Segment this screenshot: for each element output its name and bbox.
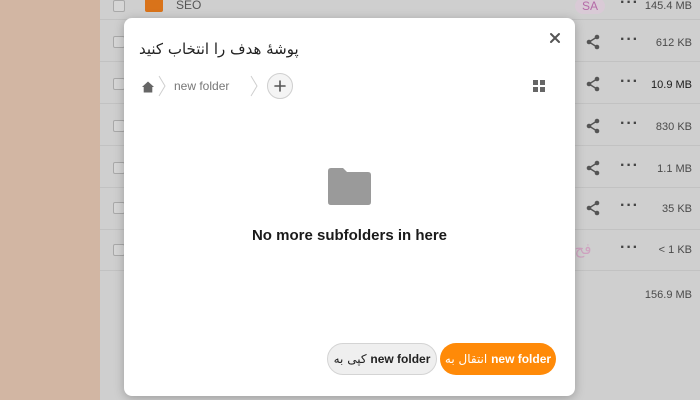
row-checkbox[interactable]: [113, 0, 125, 12]
breadcrumb-separator: [158, 75, 166, 97]
plus-icon: [274, 80, 286, 92]
breadcrumb-separator: [250, 75, 258, 97]
breadcrumb-item-new-folder[interactable]: new folder: [174, 79, 229, 93]
file-size: 612 KB: [655, 37, 692, 49]
copy-target-folder: new folder: [370, 352, 431, 366]
grid-view-icon[interactable]: [533, 80, 545, 92]
share-icon[interactable]: [584, 199, 602, 217]
total-size: 156.9 MB: [644, 289, 692, 301]
breadcrumb: new folder: [138, 73, 438, 106]
dialog-title: پوشهٔ هدف را انتخاب کنید: [139, 40, 299, 58]
share-icon[interactable]: [584, 33, 602, 51]
share-icon[interactable]: [584, 117, 602, 135]
share-icon[interactable]: [584, 75, 602, 93]
move-to-button[interactable]: انتقال به new folder: [440, 343, 556, 375]
file-size: 1.1 MB: [657, 163, 692, 175]
add-folder-button[interactable]: [267, 73, 293, 99]
file-thumbnail-icon: [145, 0, 163, 12]
select-destination-dialog: پوشهٔ هدف را انتخاب کنید new folder No m…: [124, 18, 575, 396]
file-name: SEO: [176, 0, 202, 12]
folder-icon: [328, 168, 371, 205]
table-row[interactable]: SEO SA ··· 145.4 MB: [100, 0, 700, 20]
empty-state-message: No more subfolders in here: [251, 227, 448, 244]
file-size: 830 KB: [655, 121, 692, 133]
owner-badge: SA: [575, 0, 605, 14]
move-prefix: انتقال به: [444, 352, 488, 366]
file-size: < 1 KB: [658, 244, 692, 256]
move-target-folder: new folder: [491, 352, 552, 366]
file-size: 10.9 MB: [651, 79, 692, 91]
home-icon[interactable]: [141, 80, 155, 94]
close-icon[interactable]: [547, 30, 563, 46]
copy-prefix: کپی به: [333, 352, 367, 366]
file-size: 35 KB: [662, 203, 692, 215]
left-panel: [0, 0, 100, 400]
copy-to-button[interactable]: کپی به new folder: [327, 343, 437, 375]
file-size: 145.4 MB: [644, 0, 692, 12]
share-icon[interactable]: [584, 159, 602, 177]
